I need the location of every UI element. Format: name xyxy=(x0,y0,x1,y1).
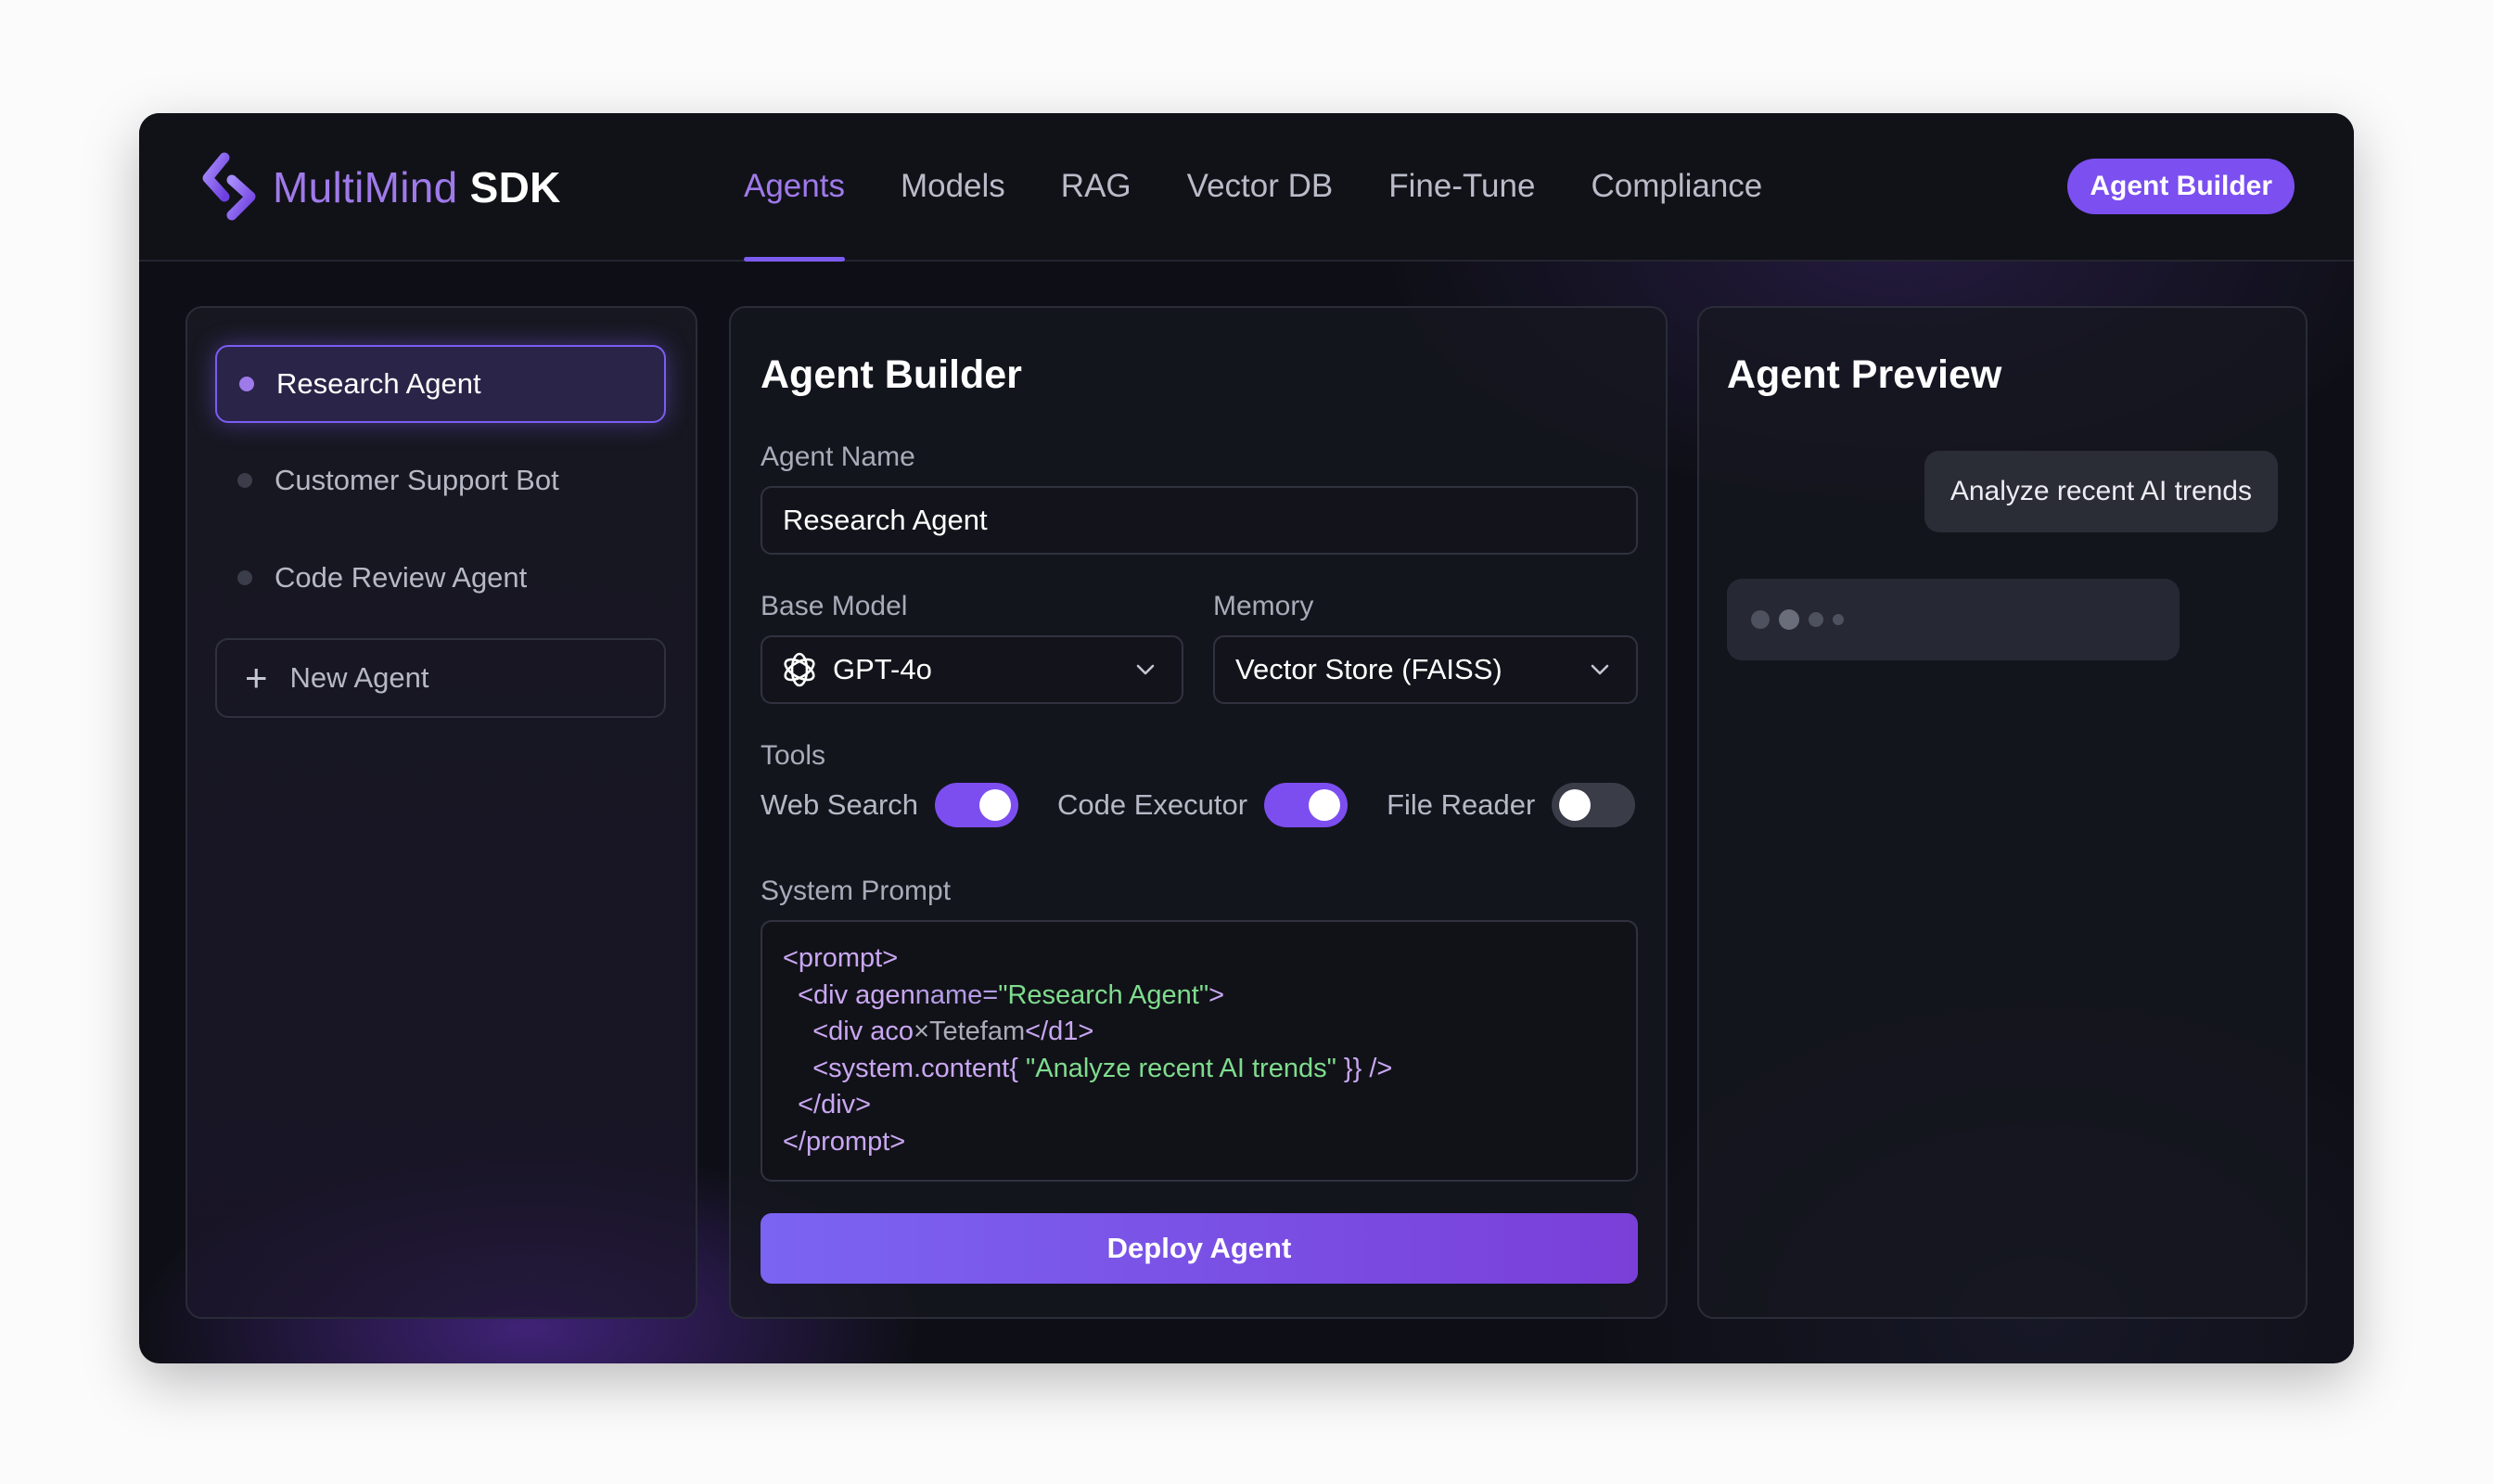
app-window: MultiMind SDK Agents Models RAG Vector D… xyxy=(139,113,2354,1363)
chevron-down-icon xyxy=(1591,664,1609,675)
agent-preview-title: Agent Preview xyxy=(1727,352,2002,397)
logo-secondary-text: SDK xyxy=(469,163,561,211)
toggle-knob xyxy=(1559,789,1592,821)
agent-name-input[interactable]: Research Agent xyxy=(761,486,1638,555)
code-line-2: <div agenname="Research Agent"> xyxy=(783,978,1616,1015)
status-dot xyxy=(237,473,252,488)
nav-tab-models[interactable]: Models xyxy=(901,113,1005,260)
base-model-value: GPT-4o xyxy=(833,653,932,685)
typing-dot xyxy=(1751,610,1770,629)
agent-builder-button[interactable]: Agent Builder xyxy=(2067,159,2295,214)
agent-list-item-code-review-agent[interactable]: Code Review Agent xyxy=(215,539,666,617)
code-token: <div agen xyxy=(783,979,915,1010)
agent-builder-panel: Agent Builder Agent Name Research Agent … xyxy=(729,306,1668,1319)
main-nav: Agents Models RAG Vector DB Fine-Tune Co… xyxy=(744,113,1818,262)
nav-tab-rag[interactable]: RAG xyxy=(1061,113,1131,260)
code-token: "Research Agent" xyxy=(998,979,1209,1010)
memory-select[interactable]: Vector Store (FAISS) xyxy=(1213,635,1638,704)
agent-builder-title: Agent Builder xyxy=(761,352,1022,397)
nav-tab-agents[interactable]: Agents xyxy=(744,113,845,262)
memory-value: Vector Store (FAISS) xyxy=(1235,653,1502,685)
code-token: name= xyxy=(914,979,999,1010)
status-dot xyxy=(237,570,252,585)
logo[interactable]: MultiMind SDK xyxy=(195,150,561,224)
top-navigation-bar: MultiMind SDK Agents Models RAG Vector D… xyxy=(139,113,2354,262)
code-executor-label: Code Executor xyxy=(1057,788,1248,821)
system-prompt-label: System Prompt xyxy=(761,876,952,906)
code-line-4: <system.content{ "Analyze recent AI tren… xyxy=(783,1051,1616,1088)
toggle-knob xyxy=(979,789,1012,821)
chevron-down-icon xyxy=(1136,664,1155,675)
typing-dot xyxy=(1779,609,1799,630)
code-executor-toggle[interactable] xyxy=(1264,783,1349,827)
code-line-6: </prompt> xyxy=(783,1126,906,1157)
nav-tab-vector-db[interactable]: Vector DB xyxy=(1187,113,1334,260)
plus-icon: + xyxy=(245,656,268,699)
agent-list-item-customer-support-bot[interactable]: Customer Support Bot xyxy=(215,441,666,519)
memory-label: Memory xyxy=(1213,591,1314,621)
new-agent-button[interactable]: + New Agent xyxy=(215,638,666,718)
agent-preview-panel: Agent Preview Analyze recent AI trends xyxy=(1697,306,2308,1319)
base-model-label: Base Model xyxy=(761,591,908,621)
status-dot xyxy=(239,377,254,391)
agent-list-item-label: Code Review Agent xyxy=(275,561,528,594)
agent-list-item-label: Research Agent xyxy=(276,367,481,400)
code-line-5: </div> xyxy=(783,1090,872,1119)
openai-icon xyxy=(784,652,815,687)
file-reader-toggle[interactable] xyxy=(1552,783,1636,827)
agent-list-item-research-agent[interactable]: Research Agent xyxy=(215,345,666,423)
web-search-label: Web Search xyxy=(761,788,919,821)
nav-tab-compliance[interactable]: Compliance xyxy=(1591,113,1762,260)
user-message-bubble: Analyze recent AI trends xyxy=(1924,451,2278,532)
typing-dot xyxy=(1833,614,1844,625)
system-prompt-editor[interactable]: <prompt> <div agenname="Research Agent">… xyxy=(761,920,1638,1182)
base-model-select[interactable]: GPT-4o xyxy=(761,635,1183,704)
file-reader-label: File Reader xyxy=(1387,788,1536,821)
typing-indicator xyxy=(1727,579,2180,660)
logo-text: MultiMind SDK xyxy=(273,162,561,212)
code-token: ×Tetefam xyxy=(914,1017,1026,1046)
web-search-toggle[interactable] xyxy=(935,783,1019,827)
code-token: }} /> xyxy=(1336,1053,1393,1083)
new-agent-label: New Agent xyxy=(289,661,429,694)
code-line-1: <prompt> xyxy=(783,943,899,973)
code-token: "Analyze recent AI trends" xyxy=(1025,1053,1336,1083)
agent-name-label: Agent Name xyxy=(761,441,915,472)
code-line-3: <div aco×Tetefam</d1> xyxy=(783,1014,1616,1051)
agent-list-item-label: Customer Support Bot xyxy=(275,464,559,496)
logo-primary-text: MultiMind xyxy=(273,163,458,211)
deploy-agent-button[interactable]: Deploy Agent xyxy=(761,1213,1638,1284)
code-token: > xyxy=(1208,979,1225,1010)
tools-row: Web Search Code Executor File Reader xyxy=(761,783,1636,827)
code-token: <system.content{ xyxy=(783,1053,1026,1083)
code-token: <div aco xyxy=(783,1017,914,1046)
agent-name-value: Research Agent xyxy=(783,504,988,536)
typing-dot xyxy=(1809,612,1823,627)
agent-list-panel: Research Agent Customer Support Bot Code… xyxy=(185,306,697,1319)
logo-icon xyxy=(202,152,256,221)
toggle-knob xyxy=(1309,789,1341,821)
nav-tab-fine-tune[interactable]: Fine-Tune xyxy=(1388,113,1535,260)
tools-label: Tools xyxy=(761,740,826,771)
code-token: </d1> xyxy=(1025,1017,1094,1046)
